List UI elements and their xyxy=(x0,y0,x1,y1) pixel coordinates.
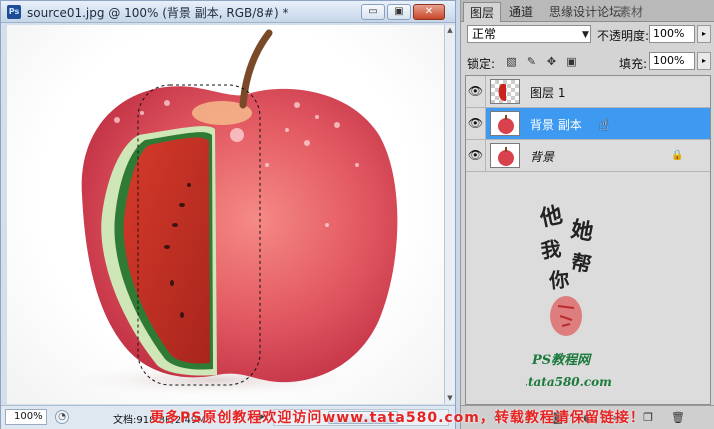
calligraphy-char: 帮 xyxy=(569,249,594,277)
layer-thumbnail xyxy=(490,111,520,136)
lock-position-icon[interactable]: ✥ xyxy=(545,55,558,68)
eye-icon[interactable]: 👁 xyxy=(466,108,486,139)
opacity-label: 不透明度: xyxy=(597,29,650,43)
opacity-input[interactable]: 100% xyxy=(649,25,695,43)
layer-name: 图层 1 xyxy=(530,86,566,100)
fill-slider-arrow-icon[interactable]: ▸ xyxy=(697,52,711,70)
layers-panel: 图层 通道 思缘设计论坛 素材 正常 ▼ 不透明度: 100% ▸ 锁定: ▧ … xyxy=(460,0,714,429)
tab-source[interactable]: 素材 xyxy=(613,2,649,22)
fill-label: 填充: xyxy=(619,57,648,71)
hand-cursor-icon: ☝ xyxy=(599,115,609,134)
document-titlebar[interactable]: Ps source01.jpg @ 100% (背景 副本, RGB/8#) *… xyxy=(1,1,455,23)
fill-input[interactable]: 100% xyxy=(649,52,695,70)
lock-icon: 🔒 xyxy=(671,150,684,161)
chevron-down-icon: ▼ xyxy=(582,30,589,40)
calligraphy-char: 我 xyxy=(539,236,562,263)
scroll-down-icon[interactable]: ▼ xyxy=(445,393,455,403)
photoshop-icon: Ps xyxy=(7,5,21,19)
layer-name: 背景 副本 xyxy=(530,118,582,132)
document-window: Ps source01.jpg @ 100% (背景 副本, RGB/8#) *… xyxy=(0,0,456,429)
site-url: www.tata580.com xyxy=(526,375,612,389)
calligraphy-char: 他 xyxy=(537,202,565,232)
calligraphy-watermark: 他 她 我 帮 你 PS教程网 www.tata580.com xyxy=(526,202,612,389)
lock-transparency-icon[interactable]: ▧ xyxy=(505,55,518,68)
site-name-cn: PS教程网 xyxy=(531,352,592,368)
layer-thumbnail xyxy=(490,79,520,104)
layer-row[interactable]: 👁 图层 1 xyxy=(466,76,710,108)
scroll-up-icon[interactable]: ▲ xyxy=(445,25,455,35)
calligraphy-char: 她 xyxy=(569,216,595,245)
minimize-button[interactable]: ▭ xyxy=(361,4,385,20)
layer-row[interactable]: 👁 背景 副本 ☝ xyxy=(466,108,710,140)
image-canvas[interactable] xyxy=(7,25,444,404)
layers-list: 👁 图层 1 👁 背景 副本 ☝ 👁 背景 🔒 他 她 我 帮 你 PS教程网 … xyxy=(465,75,711,405)
calligraphy-char: 你 xyxy=(547,267,570,293)
lock-label: 锁定: xyxy=(467,57,496,71)
close-button[interactable]: ✕ xyxy=(413,4,445,20)
layer-row[interactable]: 👁 背景 🔒 xyxy=(466,140,710,172)
red-seal-stamp xyxy=(550,296,582,336)
apple-watermelon-image xyxy=(52,29,398,398)
layer-thumbnail xyxy=(490,143,520,168)
tab-channels[interactable]: 通道 xyxy=(503,2,539,22)
vertical-scrollbar[interactable]: ▲ ▼ xyxy=(444,25,455,404)
eye-icon[interactable]: 👁 xyxy=(466,76,486,107)
blend-mode-select[interactable]: 正常 ▼ xyxy=(467,25,591,43)
layer-name: 背景 xyxy=(530,150,555,164)
lock-all-icon[interactable]: ▣ xyxy=(565,55,578,68)
opacity-slider-arrow-icon[interactable]: ▸ xyxy=(697,25,711,43)
document-title: source01.jpg @ 100% (背景 副本, RGB/8#) * xyxy=(27,6,289,20)
panel-tabs: 图层 通道 思缘设计论坛 素材 xyxy=(461,0,714,22)
maximize-button[interactable]: ▣ xyxy=(387,4,411,20)
watermark-banner: 更多PS原创教程欢迎访问www.tata580.com，转载教程请保留链接！ xyxy=(150,410,645,426)
blend-mode-value: 正常 xyxy=(472,27,497,41)
eye-icon[interactable]: 👁 xyxy=(466,140,486,171)
tab-layers[interactable]: 图层 xyxy=(463,2,502,22)
lock-image-icon[interactable]: ✎ xyxy=(525,55,538,68)
